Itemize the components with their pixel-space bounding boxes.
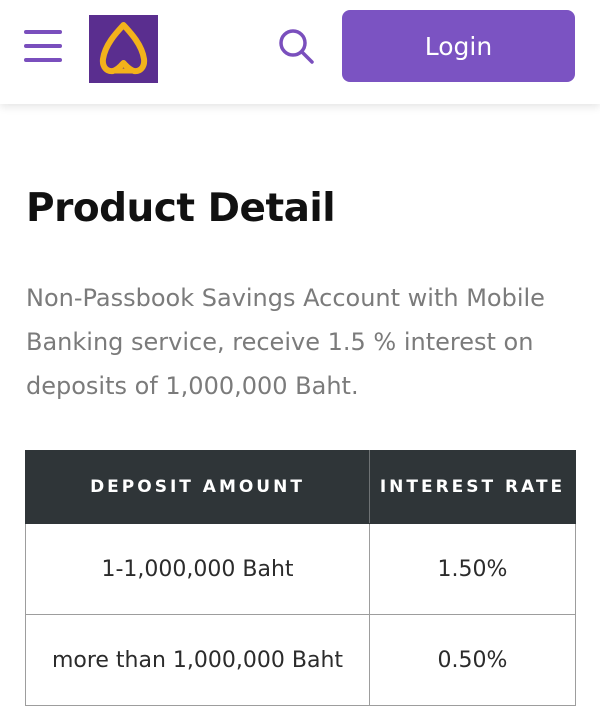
search-button[interactable]: [276, 26, 316, 66]
search-icon: [279, 29, 314, 64]
deposit-amount-cell: more than 1,000,000 Baht: [25, 614, 370, 706]
top-header: Login: [0, 0, 600, 104]
deposit-amount-cell: 1-1,000,000 Baht: [25, 523, 370, 615]
column-header-interest-rate: INTEREST RATE: [369, 450, 576, 524]
page-title: Product Detail: [26, 186, 336, 231]
menu-button[interactable]: [20, 26, 66, 66]
bank-logo-icon[interactable]: [89, 15, 158, 83]
interest-rate-cell: 0.50%: [369, 614, 576, 706]
login-button[interactable]: Login: [342, 10, 575, 82]
table-header-row: DEPOSIT AMOUNT INTEREST RATE: [25, 450, 576, 524]
column-header-deposit-amount: DEPOSIT AMOUNT: [25, 450, 370, 524]
hamburger-menu-icon: [24, 58, 62, 62]
interest-rate-cell: 1.50%: [369, 523, 576, 615]
hamburger-menu-icon: [24, 30, 62, 34]
table-row: more than 1,000,000 Baht 0.50%: [25, 614, 576, 706]
interest-rate-table: DEPOSIT AMOUNT INTEREST RATE 1-1,000,000…: [25, 450, 576, 706]
hamburger-menu-icon: [24, 44, 62, 48]
product-description: Non-Passbook Savings Account with Mobile…: [26, 284, 545, 400]
table-row: 1-1,000,000 Baht 1.50%: [25, 523, 576, 615]
